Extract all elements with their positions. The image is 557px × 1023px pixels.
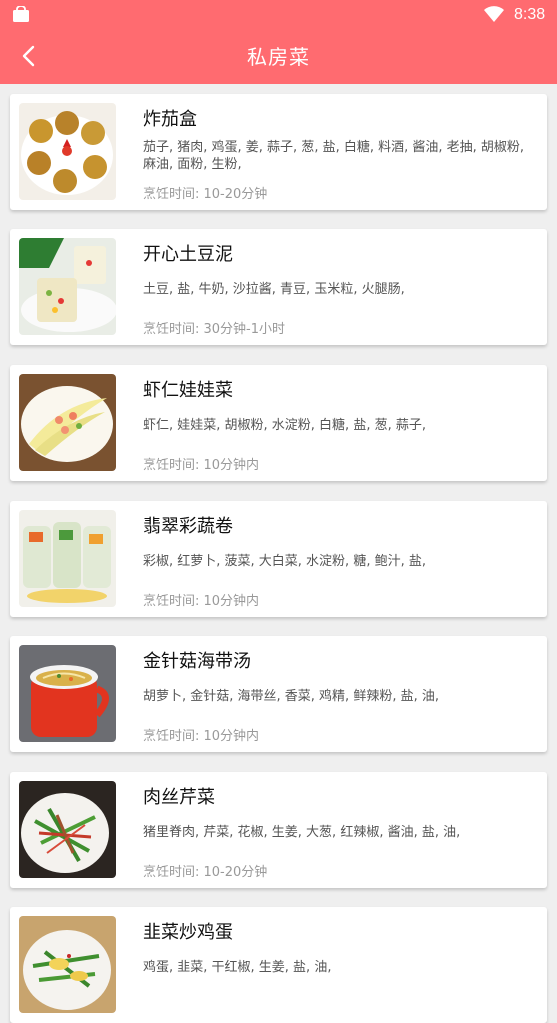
- recipe-cook-time: 烹饪时间: 10分钟内: [143, 594, 260, 609]
- status-time: 8:38: [514, 6, 546, 23]
- recipe-card[interactable]: 炸茄盒 茄子, 猪肉, 鸡蛋, 姜, 蒜子, 葱, 盐, 白糖, 料酒, 酱油,…: [10, 94, 547, 210]
- recipe-name: 韭菜炒鸡蛋: [143, 922, 233, 943]
- recipe-thumbnail: [19, 645, 116, 742]
- recipe-card[interactable]: 虾仁娃娃菜 虾仁, 娃娃菜, 胡椒粉, 水淀粉, 白糖, 盐, 葱, 蒜子, 烹…: [10, 365, 547, 481]
- wifi-icon: [484, 6, 504, 22]
- recipe-name: 肉丝芹菜: [143, 787, 215, 808]
- recipe-thumbnail: [19, 916, 116, 1013]
- recipe-thumbnail: [19, 238, 116, 335]
- recipe-ingredients: 鸡蛋, 韭菜, 干红椒, 生姜, 盐, 油,: [143, 960, 332, 975]
- recipe-name: 炸茄盒: [143, 109, 197, 130]
- recipe-thumbnail: [19, 374, 116, 471]
- recipe-thumbnail: [19, 510, 116, 607]
- status-bar: 8:38: [0, 0, 557, 30]
- page-title: 私房菜: [247, 45, 310, 69]
- recipe-card[interactable]: 翡翠彩蔬卷 彩椒, 红萝卜, 菠菜, 大白菜, 水淀粉, 糖, 鲍汁, 盐, 烹…: [10, 501, 547, 617]
- recipe-name: 虾仁娃娃菜: [143, 380, 233, 401]
- recipe-ingredients: 虾仁, 娃娃菜, 胡椒粉, 水淀粉, 白糖, 盐, 葱, 蒜子,: [143, 418, 426, 433]
- recipe-card[interactable]: 韭菜炒鸡蛋 鸡蛋, 韭菜, 干红椒, 生姜, 盐, 油,: [10, 907, 547, 1023]
- recipe-cook-time: 烹饪时间: 30分钟-1小时: [143, 322, 286, 337]
- app-bar: 私房菜: [0, 30, 557, 84]
- recipe-ingredients: 彩椒, 红萝卜, 菠菜, 大白菜, 水淀粉, 糖, 鲍汁, 盐,: [143, 554, 426, 569]
- recipe-cook-time: 烹饪时间: 10-20分钟: [143, 187, 268, 202]
- recipe-cook-time: 烹饪时间: 10-20分钟: [143, 865, 268, 880]
- recipe-card[interactable]: 金针菇海带汤 胡萝卜, 金针菇, 海带丝, 香菜, 鸡精, 鲜辣粉, 盐, 油,…: [10, 636, 547, 752]
- recipe-card[interactable]: 开心土豆泥 土豆, 盐, 牛奶, 沙拉酱, 青豆, 玉米粒, 火腿肠, 烹饪时间…: [10, 229, 547, 345]
- recipe-name: 金针菇海带汤: [143, 651, 251, 672]
- recipe-cook-time: 烹饪时间: 10分钟内: [143, 458, 260, 473]
- recipe-cook-time: 烹饪时间: 10分钟内: [143, 729, 260, 744]
- recipe-thumbnail: [19, 781, 116, 878]
- recipe-ingredients: 猪里脊肉, 芹菜, 花椒, 生姜, 大葱, 红辣椒, 酱油, 盐, 油,: [143, 825, 461, 840]
- recipe-name: 开心土豆泥: [143, 244, 233, 265]
- recipe-card[interactable]: 肉丝芹菜 猪里脊肉, 芹菜, 花椒, 生姜, 大葱, 红辣椒, 酱油, 盐, 油…: [10, 772, 547, 888]
- recipe-thumbnail: [19, 103, 116, 200]
- recipe-ingredients: 胡萝卜, 金针菇, 海带丝, 香菜, 鸡精, 鲜辣粉, 盐, 油,: [143, 689, 439, 704]
- bag-icon: [13, 6, 29, 22]
- recipe-ingredients: 茄子, 猪肉, 鸡蛋, 姜, 蒜子, 葱, 盐, 白糖, 料酒, 酱油, 老抽,…: [143, 140, 525, 172]
- recipe-ingredients: 土豆, 盐, 牛奶, 沙拉酱, 青豆, 玉米粒, 火腿肠,: [143, 282, 405, 297]
- recipe-name: 翡翠彩蔬卷: [143, 516, 233, 537]
